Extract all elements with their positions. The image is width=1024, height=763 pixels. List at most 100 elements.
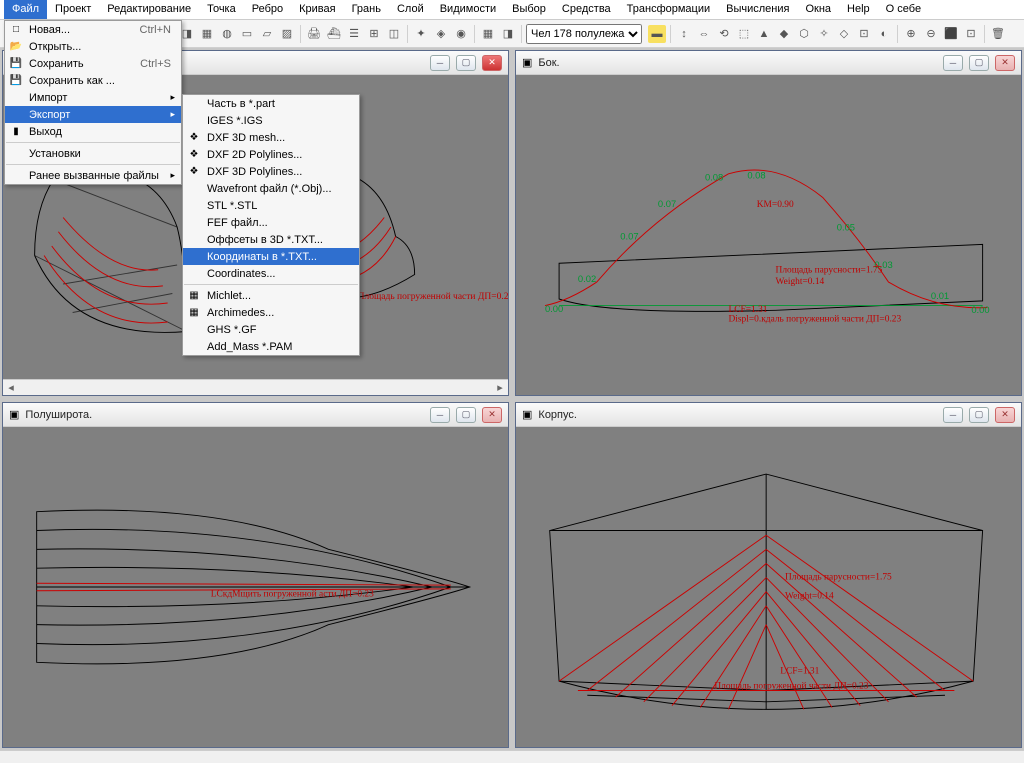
tool-icon[interactable]: ◆ [775,25,793,43]
close-button[interactable]: ✕ [482,55,502,71]
tool-icon[interactable]: ▨ [278,25,296,43]
close-button[interactable]: ✕ [482,407,502,423]
maximize-button[interactable]: ▢ [456,55,476,71]
menubar-item[interactable]: Кривая [291,0,343,19]
tool-icon[interactable]: ◇ [835,25,853,43]
maximize-button[interactable]: ▢ [969,55,989,71]
menubar-item[interactable]: Трансформации [619,0,718,19]
color-icon[interactable]: ▬ [648,25,666,43]
close-button[interactable]: ✕ [995,55,1015,71]
menu-item[interactable]: Экспорт [5,106,181,123]
menubar-item[interactable]: Выбор [504,0,554,19]
tool-icon[interactable]: 🖨 [305,25,323,43]
menu-item[interactable]: Координаты в *.TXT... [183,248,359,265]
menu-icon: 📂 [9,40,23,54]
tool-icon[interactable]: ▭ [238,25,256,43]
menu-item[interactable]: Установки [5,145,181,162]
menu-item[interactable]: Часть в *.part [183,95,359,112]
font-combo[interactable]: Чел 178 полулежа [526,24,642,44]
menu-item[interactable]: □Новая...Ctrl+N [5,21,181,38]
menu-item[interactable]: Ранее вызванные файлы [5,167,181,184]
menu-item[interactable]: ▦Archimedes... [183,304,359,321]
maximize-button[interactable]: ▢ [456,407,476,423]
minimize-button[interactable]: ─ [943,407,963,423]
tool-icon[interactable]: ⊡ [962,25,980,43]
menu-item[interactable]: ▦Michlet... [183,287,359,304]
menubar: ФайлПроектРедактированиеТочкаРеброКривая… [0,0,1024,20]
menu-item[interactable]: 💾СохранитьCtrl+S [5,55,181,72]
tool-icon[interactable]: ⇔ [695,25,713,43]
menubar-item[interactable]: Средства [554,0,619,19]
menu-item[interactable]: ❖DXF 3D mesh... [183,129,359,146]
tool-icon[interactable]: ◍ [218,25,236,43]
tool-icon[interactable]: ◫ [385,25,403,43]
tool-icon[interactable]: ⬡ [795,25,813,43]
pane-plan: ▣ Полуширота. ─ ▢ ✕ LCкдMщить погруженно… [2,402,509,748]
tool-icon[interactable]: ◐ [875,25,893,43]
menubar-item[interactable]: Точка [199,0,244,19]
svg-text:Площадь погруженной части ДП=0: Площадь погруженной части ДП=0.23 [714,681,868,692]
menu-item[interactable]: Add_Mass *.PAM [183,338,359,355]
menubar-item[interactable]: Редактирование [99,0,199,19]
menu-item[interactable]: GHS *.GF [183,321,359,338]
menu-item[interactable]: FEF файл... [183,214,359,231]
menu-item[interactable]: Wavefront файл (*.Obj)... [183,180,359,197]
tool-icon[interactable]: ◨ [499,25,517,43]
scrollbar-horizontal[interactable]: ◂ ▸ [3,379,508,395]
menubar-item[interactable]: Слой [389,0,432,19]
menu-item[interactable]: ❖DXF 3D Polylines... [183,163,359,180]
tool-icon[interactable]: ✧ [815,25,833,43]
menubar-item[interactable]: Ребро [244,0,291,19]
viewport[interactable]: LCкдMщить погруженной асти ДП=0.23 [3,427,508,747]
tool-icon[interactable]: ◈ [432,25,450,43]
viewport[interactable]: 0.00 0.02 0.07 0.07 0.08 0.08 0.05 0.03 … [516,75,1021,395]
menu-item[interactable]: Оффсеты в 3D *.TXT... [183,231,359,248]
menu-item[interactable]: Импорт [5,89,181,106]
tool-icon[interactable]: ▦ [198,25,216,43]
tool-icon[interactable]: ✦ [412,25,430,43]
tool-icon[interactable]: ⊖ [922,25,940,43]
menu-item[interactable]: IGES *.IGS [183,112,359,129]
tool-icon[interactable]: ⬛ [942,25,960,43]
tool-icon[interactable]: ↕ [675,25,693,43]
keel-icon[interactable]: ⛴ [325,25,343,43]
tool-icon[interactable]: ☰ [345,25,363,43]
tool-icon[interactable]: ⬚ [735,25,753,43]
minimize-button[interactable]: ─ [943,55,963,71]
scroll-right-icon[interactable]: ▸ [492,380,508,396]
tool-icon[interactable]: ⊞ [365,25,383,43]
minimize-button[interactable]: ─ [430,407,450,423]
pane-title: Полуширота. [25,409,424,421]
menubar-item[interactable]: Проект [47,0,99,19]
menu-item[interactable]: ▮Выход [5,123,181,140]
svg-text:Displ=0.кдаль погруженной част: Displ=0.кдаль погруженной части ДП=0.23 [729,314,902,325]
tool-icon[interactable]: ▱ [258,25,276,43]
maximize-button[interactable]: ▢ [969,407,989,423]
tool-icon[interactable]: 🗑 [989,25,1007,43]
menu-item[interactable]: 📂Открыть... [5,38,181,55]
menubar-item[interactable]: Help [839,0,878,19]
minimize-button[interactable]: ─ [430,55,450,71]
scroll-left-icon[interactable]: ◂ [3,380,19,396]
tool-icon[interactable]: ⟲ [715,25,733,43]
menu-label: GHS *.GF [207,324,257,336]
tool-icon[interactable]: ◉ [452,25,470,43]
tool-icon[interactable]: ⊡ [855,25,873,43]
menubar-item[interactable]: Вычисления [718,0,797,19]
menubar-item[interactable]: Окна [797,0,839,19]
menubar-item[interactable]: Грань [344,0,389,19]
tool-icon[interactable]: ⊕ [902,25,920,43]
menu-label: Экспорт [29,109,70,121]
tool-icon[interactable]: ▦ [479,25,497,43]
menu-item[interactable]: ❖DXF 2D Polylines... [183,146,359,163]
menu-item[interactable]: STL *.STL [183,197,359,214]
menubar-item[interactable]: О себе [878,0,929,19]
menubar-item[interactable]: Видимости [432,0,504,19]
tool-icon[interactable]: ▲ [755,25,773,43]
pane-title: Бок. [538,57,937,69]
menubar-item[interactable]: Файл [4,0,47,19]
menu-item[interactable]: Coordinates... [183,265,359,282]
menu-item[interactable]: 💾Сохранить как ... [5,72,181,89]
close-button[interactable]: ✕ [995,407,1015,423]
viewport[interactable]: Площадь парусности=1.75 Weight=0.14 LCF=… [516,427,1021,747]
